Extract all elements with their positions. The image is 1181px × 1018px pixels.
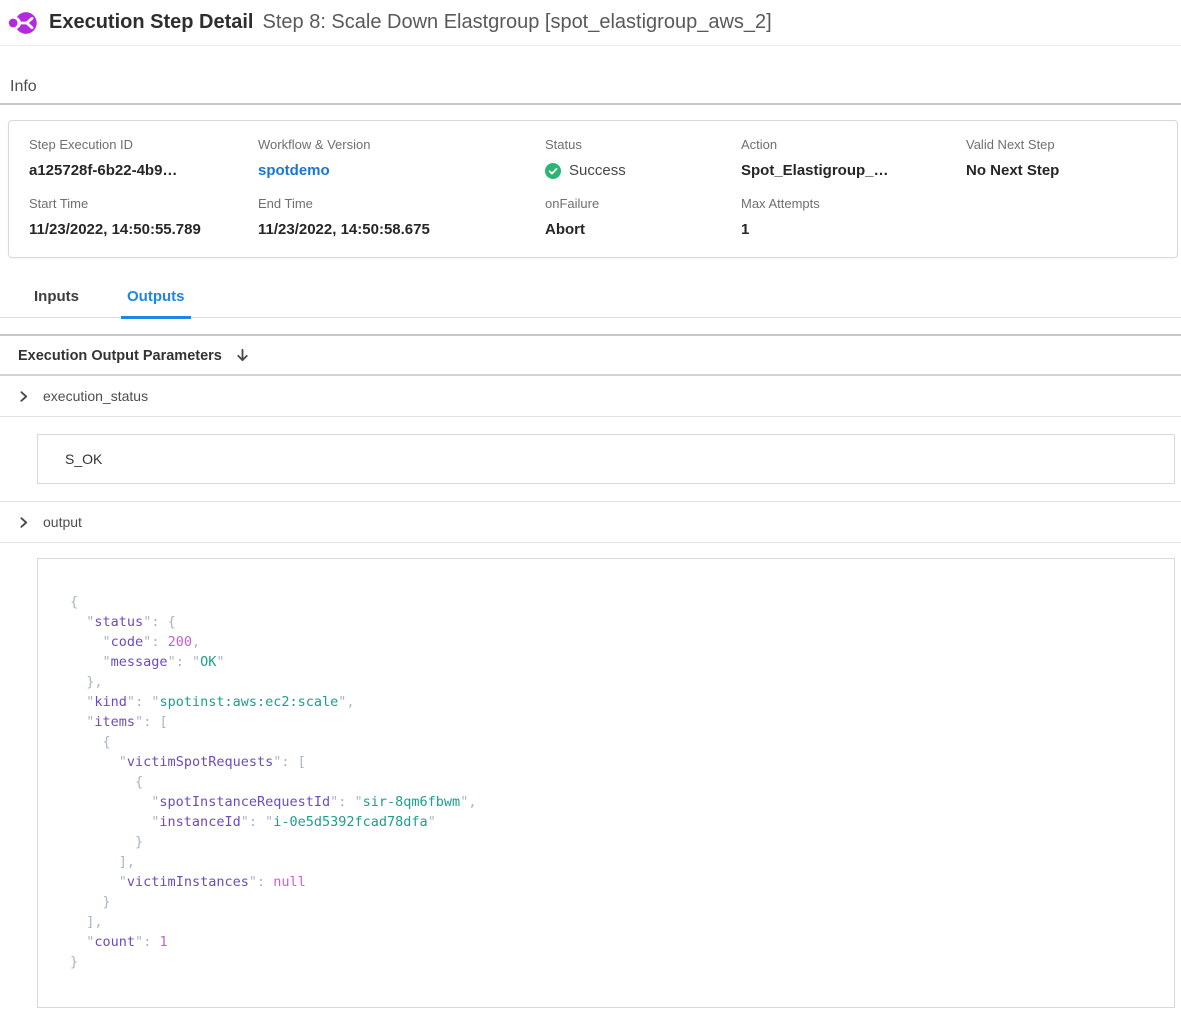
param-row-execution-status[interactable]: execution_status <box>0 376 1181 416</box>
execution-status-value-box: S_OK <box>37 434 1175 484</box>
field-label: Workflow & Version <box>258 137 545 153</box>
field-value: a125728f-6b22-4b9… <box>29 161 258 180</box>
outputs-section-header: Execution Output Parameters <box>0 336 1181 374</box>
output-json-viewer: { "status": { "code": 200, "message": "O… <box>38 559 1174 1007</box>
field-end-time: End Time 11/23/2022, 14:50:58.675 <box>258 196 545 239</box>
info-divider <box>0 103 1181 105</box>
field-value: 1 <box>741 220 966 239</box>
param-name: execution_status <box>43 388 148 404</box>
output-json-box: { "status": { "code": 200, "message": "O… <box>37 558 1175 1008</box>
page-header: Execution Step Detail Step 8: Scale Down… <box>0 0 1181 46</box>
field-value: 11/23/2022, 14:50:58.675 <box>258 220 545 239</box>
workflow-link[interactable]: spotdemo <box>258 161 545 180</box>
field-on-failure: onFailure Abort <box>545 196 741 239</box>
field-start-time: Start Time 11/23/2022, 14:50:55.789 <box>29 196 258 239</box>
tab-bar: Inputs Outputs <box>0 288 1181 318</box>
param-row-output[interactable]: output <box>0 502 1181 542</box>
app-logo-icon <box>8 8 38 38</box>
chevron-right-icon <box>17 516 30 529</box>
field-label: Max Attempts <box>741 196 966 212</box>
field-value: No Next Step <box>966 161 1157 180</box>
tab-inputs[interactable]: Inputs <box>28 288 85 319</box>
info-section-heading: Info <box>10 77 1181 96</box>
field-label: Status <box>545 137 741 153</box>
info-card: Step Execution ID a125728f-6b22-4b9… Wor… <box>8 120 1178 258</box>
field-label: End Time <box>258 196 545 212</box>
info-card-row-1: Step Execution ID a125728f-6b22-4b9… Wor… <box>29 137 1157 180</box>
info-card-row-2: Start Time 11/23/2022, 14:50:55.789 End … <box>29 196 1157 239</box>
field-workflow-version: Workflow & Version spotdemo <box>258 137 545 180</box>
field-max-attempts: Max Attempts 1 <box>741 196 966 239</box>
status-text: Success <box>569 161 626 180</box>
param-name: output <box>43 514 82 530</box>
download-arrow-icon[interactable] <box>234 347 251 364</box>
field-label: Action <box>741 137 966 153</box>
field-step-execution-id: Step Execution ID a125728f-6b22-4b9… <box>29 137 258 180</box>
page-subtitle: Step 8: Scale Down Elastgroup [spot_elas… <box>263 11 772 34</box>
field-label: Start Time <box>29 196 258 212</box>
field-empty <box>966 196 1157 239</box>
field-label: Step Execution ID <box>29 137 258 153</box>
success-check-icon <box>545 163 561 179</box>
field-label: onFailure <box>545 196 741 212</box>
tab-outputs[interactable]: Outputs <box>121 288 191 319</box>
divider <box>0 542 1181 543</box>
divider <box>0 416 1181 417</box>
page-title: Execution Step Detail <box>49 11 254 34</box>
field-value: Spot_Elastigroup_… <box>741 161 966 180</box>
outputs-section-title: Execution Output Parameters <box>18 348 222 364</box>
field-action: Action Spot_Elastigroup_… <box>741 137 966 180</box>
field-valid-next-step: Valid Next Step No Next Step <box>966 137 1157 180</box>
field-status: Status Success <box>545 137 741 180</box>
field-value: 11/23/2022, 14:50:55.789 <box>29 220 258 239</box>
chevron-right-icon <box>17 390 30 403</box>
field-value: Abort <box>545 220 741 239</box>
field-label: Valid Next Step <box>966 137 1157 153</box>
status-value: Success <box>545 161 741 180</box>
